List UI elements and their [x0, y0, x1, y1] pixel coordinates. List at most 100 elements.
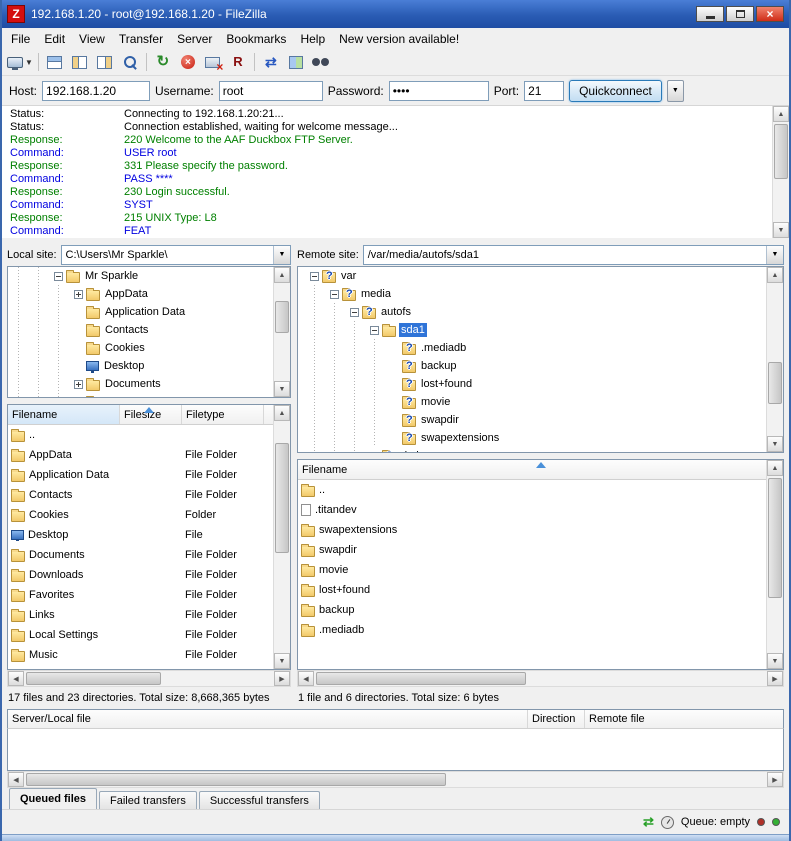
tab-queued-files[interactable]: Queued files	[9, 788, 97, 809]
scroll-up-button[interactable]: ▲	[767, 460, 783, 476]
scroll-right-button[interactable]: ▶	[274, 671, 290, 686]
synchronized-browsing-button[interactable]: ⇄	[259, 51, 283, 73]
horizontal-scrollbar[interactable]: ◀ ▶	[7, 670, 291, 687]
file-row[interactable]: AppDataFile Folder	[8, 445, 290, 465]
menu-edit[interactable]: Edit	[37, 29, 72, 49]
expand-icon[interactable]	[74, 290, 83, 299]
scroll-left-button[interactable]: ◀	[8, 772, 24, 787]
site-manager-button[interactable]: ▼	[6, 51, 34, 73]
remote-tree-item[interactable]: lost+found	[298, 375, 783, 393]
menu-transfer[interactable]: Transfer	[112, 29, 170, 49]
menu-server[interactable]: Server	[170, 29, 219, 49]
column-direction[interactable]: Direction	[528, 710, 585, 728]
directory-comparison-button[interactable]	[284, 51, 308, 73]
remote-tree-item[interactable]: swapextensions	[298, 429, 783, 447]
scroll-up-button[interactable]: ▲	[773, 106, 789, 122]
collapse-icon[interactable]	[330, 290, 339, 299]
toggle-remote-tree-button[interactable]	[93, 51, 117, 73]
vertical-scrollbar[interactable]: ▲ ▼	[273, 405, 290, 669]
remote-tree-item[interactable]: var	[298, 267, 783, 285]
local-tree-item[interactable]: Cookies	[8, 339, 290, 357]
tab-successful-transfers[interactable]: Successful transfers	[199, 791, 320, 809]
remote-tree-item[interactable]: movie	[298, 393, 783, 411]
file-row[interactable]: movie	[298, 560, 783, 580]
file-row[interactable]: ContactsFile Folder	[8, 485, 290, 505]
port-input[interactable]	[524, 81, 564, 101]
scrollbar-thumb[interactable]	[26, 672, 161, 685]
find-files-button[interactable]	[309, 51, 333, 73]
vertical-scrollbar[interactable]: ▲ ▼	[273, 267, 290, 397]
vertical-scrollbar[interactable]: ▲ ▼	[766, 460, 783, 669]
chevron-down-icon[interactable]: ▼	[273, 246, 290, 264]
scroll-up-button[interactable]: ▲	[767, 267, 783, 283]
splitter-collapse-icon[interactable]	[144, 407, 154, 413]
file-row[interactable]: swapdir	[298, 540, 783, 560]
disconnect-button[interactable]	[201, 51, 225, 73]
close-button[interactable]: ×	[756, 6, 784, 22]
menu-view[interactable]: View	[72, 29, 112, 49]
minimize-button[interactable]	[696, 6, 724, 22]
maximize-button[interactable]	[726, 6, 754, 22]
tab-failed-transfers[interactable]: Failed transfers	[99, 791, 197, 809]
remote-tree-item[interactable]: backup	[298, 357, 783, 375]
scrollbar-thumb[interactable]	[316, 672, 526, 685]
file-row[interactable]: swapextensions	[298, 520, 783, 540]
file-row[interactable]: Local SettingsFile Folder	[8, 625, 290, 645]
quickconnect-dropdown-button[interactable]: ▼	[667, 80, 684, 102]
file-row[interactable]: DocumentsFile Folder	[8, 545, 290, 565]
remote-tree-item[interactable]: media	[298, 285, 783, 303]
remote-tree-item[interactable]: autofs	[298, 303, 783, 321]
scrollbar-thumb[interactable]	[774, 124, 788, 179]
column-remote-file[interactable]: Remote file	[585, 710, 783, 728]
local-tree-item[interactable]: Contacts	[8, 321, 290, 339]
collapse-icon[interactable]	[350, 308, 359, 317]
local-tree-item[interactable]: Application Data	[8, 303, 290, 321]
username-input[interactable]	[219, 81, 323, 101]
file-row[interactable]: MusicFile Folder	[8, 645, 290, 665]
local-tree-item[interactable]: AppData	[8, 285, 290, 303]
scroll-up-button[interactable]: ▲	[274, 405, 290, 421]
local-tree-item[interactable]: Desktop	[8, 357, 290, 375]
password-input[interactable]	[389, 81, 489, 101]
file-row[interactable]: CookiesFolder	[8, 505, 290, 525]
vertical-scrollbar[interactable]: ▲ ▼	[772, 106, 789, 238]
vertical-scrollbar[interactable]: ▲ ▼	[766, 267, 783, 452]
menu-bookmarks[interactable]: Bookmarks	[219, 29, 293, 49]
file-row[interactable]: DownloadsFile Folder	[8, 565, 290, 585]
remote-site-combo[interactable]: /var/media/autofs/sda1 ▼	[363, 245, 784, 265]
file-row[interactable]: lost+found	[298, 580, 783, 600]
collapse-icon[interactable]	[370, 326, 379, 335]
scroll-down-button[interactable]: ▼	[274, 653, 290, 669]
scroll-down-button[interactable]: ▼	[767, 436, 783, 452]
titlebar[interactable]: Z 192.168.1.20 - root@192.168.1.20 - Fil…	[2, 0, 789, 28]
reconnect-button[interactable]: R	[226, 51, 250, 73]
local-tree-item[interactable]: Downloads	[8, 393, 290, 398]
scrollbar-thumb[interactable]	[26, 773, 446, 786]
cancel-button[interactable]: ×	[176, 51, 200, 73]
file-row[interactable]: LinksFile Folder	[8, 605, 290, 625]
quickconnect-button[interactable]: Quickconnect	[569, 80, 662, 102]
chevron-down-icon[interactable]: ▼	[766, 246, 783, 264]
toggle-local-tree-button[interactable]	[68, 51, 92, 73]
local-tree-item[interactable]: Mr Sparkle	[8, 267, 290, 285]
collapse-icon[interactable]	[310, 272, 319, 281]
file-row[interactable]: Application DataFile Folder	[8, 465, 290, 485]
splitter-collapse-icon[interactable]	[536, 462, 546, 468]
column-filetype[interactable]: Filetype	[182, 405, 264, 424]
toggle-transfer-queue-button[interactable]	[118, 51, 142, 73]
scrollbar-thumb[interactable]	[275, 443, 289, 553]
scroll-down-button[interactable]: ▼	[767, 653, 783, 669]
expand-icon[interactable]	[74, 380, 83, 389]
file-row[interactable]: DesktopFile	[8, 525, 290, 545]
remote-tree-item[interactable]: swapdir	[298, 411, 783, 429]
host-input[interactable]	[42, 81, 150, 101]
scroll-down-button[interactable]: ▼	[274, 381, 290, 397]
scroll-left-button[interactable]: ◀	[8, 671, 24, 686]
collapse-icon[interactable]	[54, 272, 63, 281]
file-row[interactable]: backup	[298, 600, 783, 620]
file-row[interactable]: ..	[8, 425, 290, 445]
horizontal-scrollbar[interactable]: ◀ ▶	[297, 670, 784, 687]
remote-tree-item-sda1[interactable]: sda1	[298, 321, 783, 339]
queue-list[interactable]	[7, 729, 784, 771]
file-row[interactable]: .titandev	[298, 500, 783, 520]
